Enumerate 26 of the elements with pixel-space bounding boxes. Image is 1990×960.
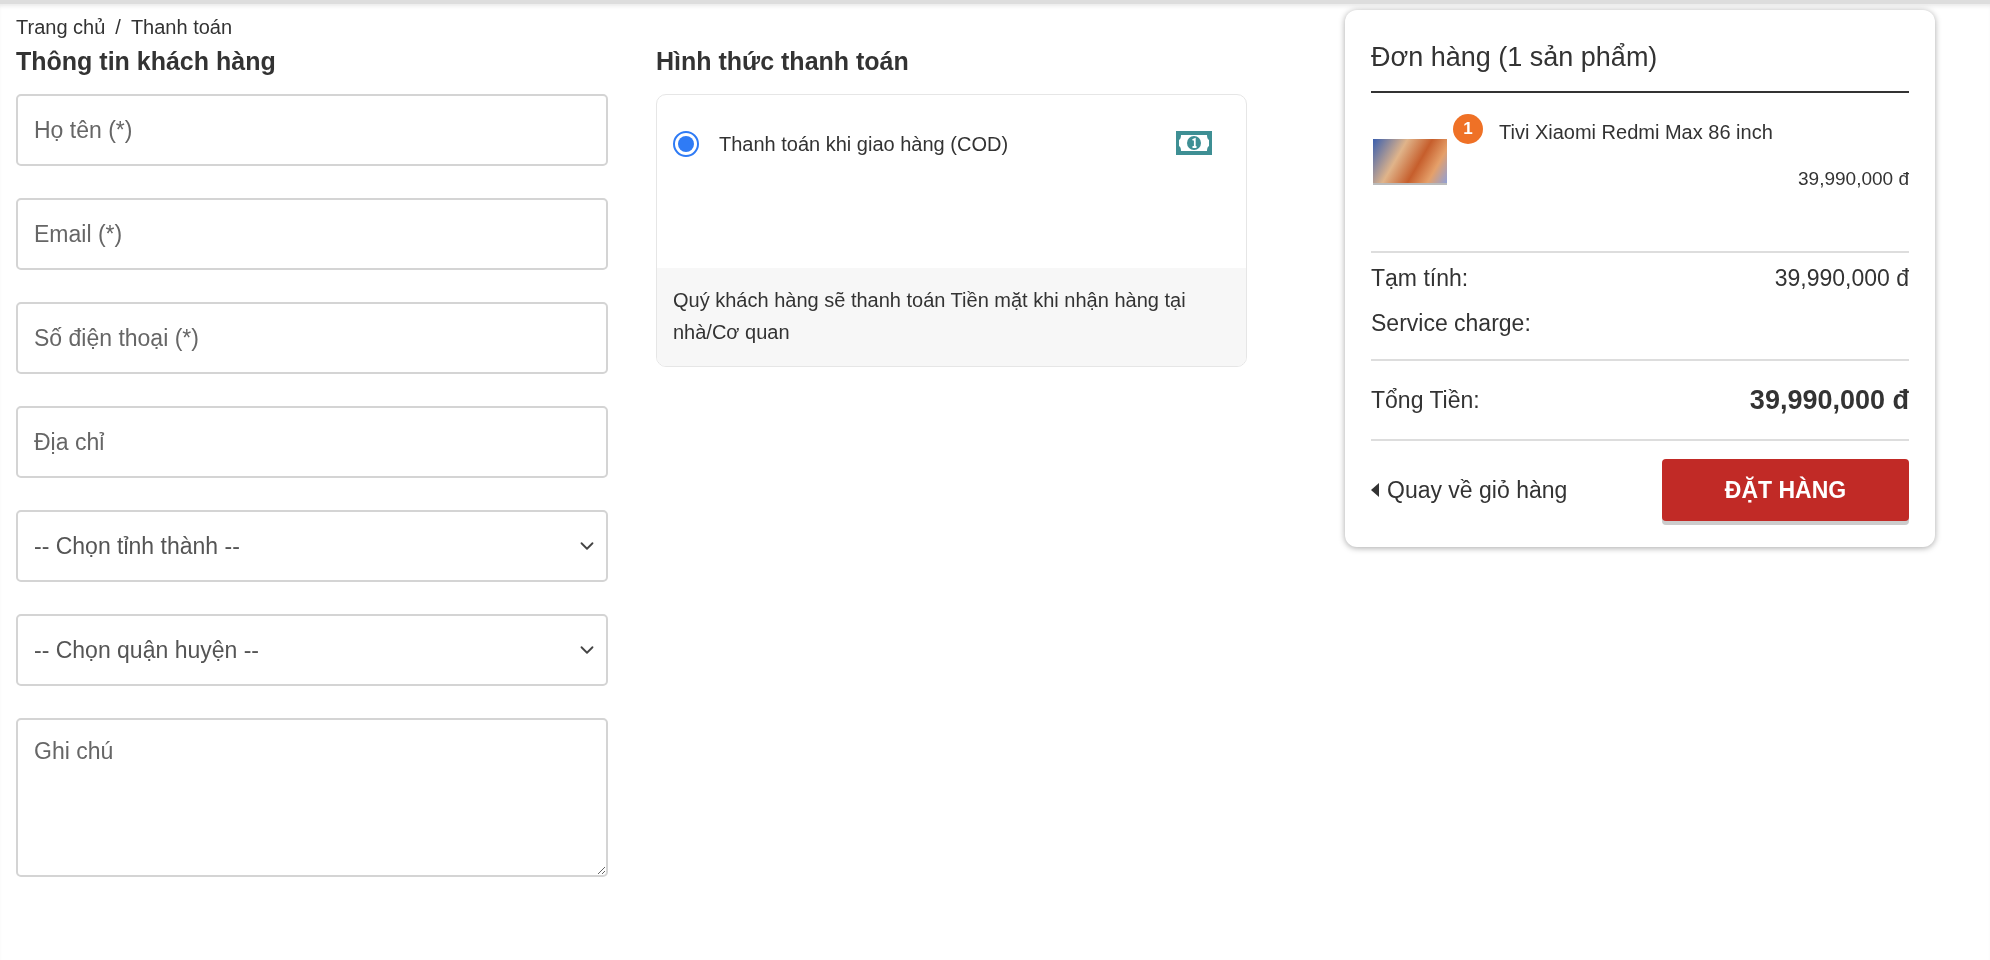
select-field[interactable]: -- Chọn quận huyện --: [16, 614, 608, 686]
banknote-icon: [1176, 131, 1212, 155]
service-charge-label: Service charge:: [1371, 310, 1531, 337]
radio-button[interactable]: [673, 131, 699, 157]
product-price: 39,990,000 đ: [1798, 168, 1909, 190]
subtotal-value: 39,990,000 đ: [1774, 265, 1909, 292]
breadcrumb-separator: /: [115, 15, 121, 39]
payment-label[interactable]: Thanh toán khi giao hàng (COD): [719, 131, 1176, 157]
input-field[interactable]: Địa chỉ: [16, 406, 608, 478]
caret-left-icon: [1371, 483, 1379, 497]
quantity-badge: 1: [1453, 114, 1483, 144]
payment-description: Quý khách hàng sẽ thanh toán Tiền mặt khi nhận hàng tại nhà/Cơ quan: [657, 268, 1246, 366]
section-title: Thông tin khách hàng: [16, 46, 277, 77]
input-field[interactable]: Họ tên (*): [16, 94, 608, 166]
subtotal-label: Tạm tính:: [1371, 265, 1469, 292]
order-title: Đơn hàng (1 sản phẩm): [1371, 42, 1909, 93]
breadcrumb-link[interactable]: Trang chủ: [16, 15, 106, 39]
select-field[interactable]: -- Chọn tỉnh thành --: [16, 510, 608, 582]
breadcrumb-link[interactable]: Thanh toán: [130, 15, 233, 39]
input-field[interactable]: Email (*): [16, 198, 608, 270]
product-name: Tivi Xiaomi Redmi Max 86 inch: [1499, 121, 1774, 144]
total-value: 39,990,000 đ: [1749, 384, 1909, 416]
total-label: Tổng Tiền:: [1371, 386, 1480, 414]
input-field[interactable]: Số điện thoại (*): [16, 302, 608, 374]
note-field[interactable]: Ghi chú: [16, 718, 608, 877]
section-title: Hình thức thanh toán: [656, 46, 910, 77]
